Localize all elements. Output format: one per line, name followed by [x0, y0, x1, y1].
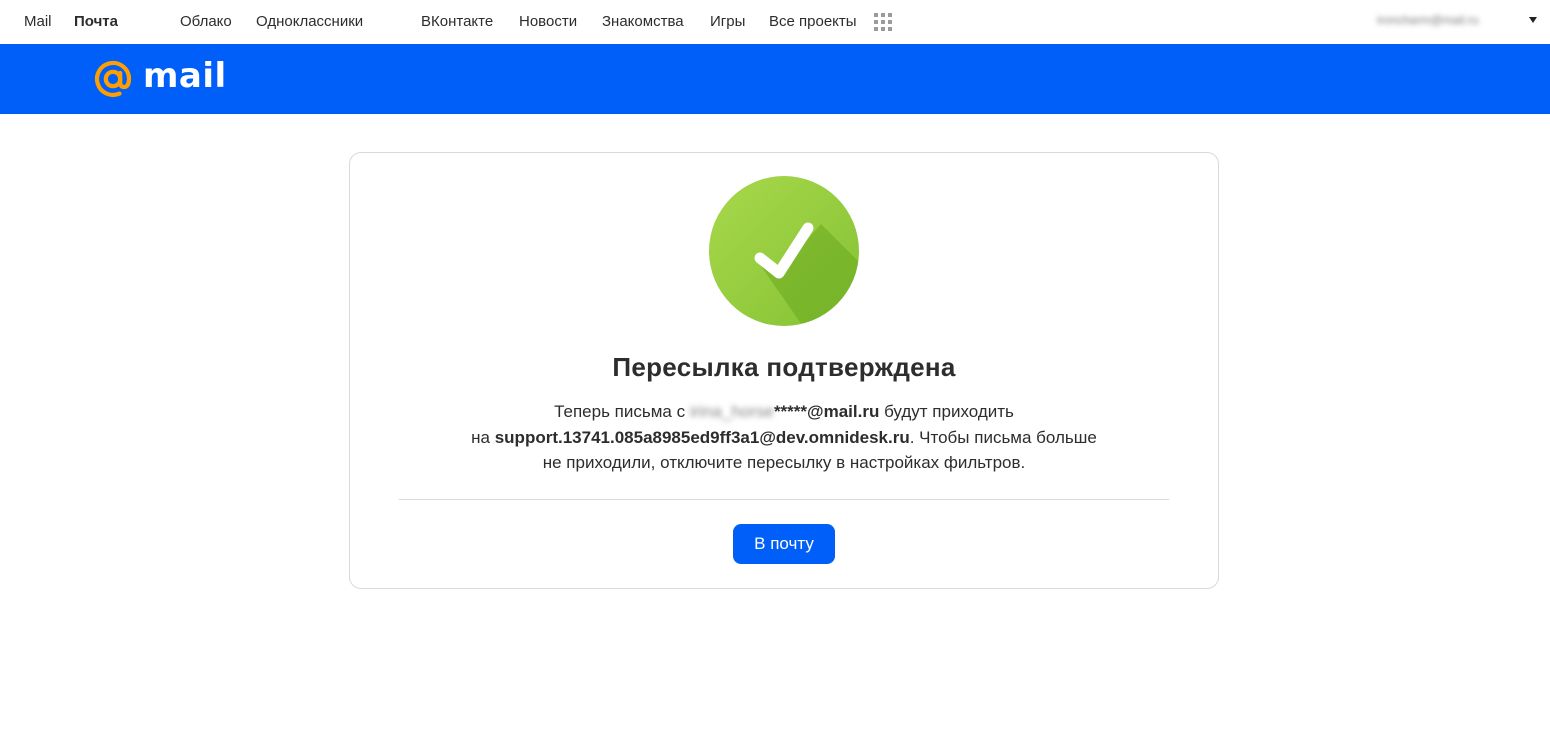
divider [399, 499, 1169, 500]
portal-link-all-projects[interactable]: Все проекты [769, 13, 857, 30]
source-email: *****@mail.ru [773, 402, 880, 421]
chevron-down-icon[interactable] [1529, 17, 1537, 23]
page-title: Пересылка подтверждена [612, 352, 956, 382]
confirmation-message: Теперь письма с irina_horse*****@mail.ru… [349, 399, 1219, 476]
portal-link-vk[interactable]: ВКонтакте [421, 13, 493, 30]
portal-link-mail[interactable]: Mail [24, 13, 52, 30]
portal-menu: Mail Почта Облако Одноклассники ВКонтакт… [0, 0, 1550, 44]
message-line-1: Теперь письма с irina_horse*****@mail.ru… [349, 399, 1219, 425]
user-email[interactable]: ironcharm@mail.ru [1377, 13, 1479, 27]
at-sign-icon[interactable] [93, 59, 133, 99]
mail-header [0, 44, 1550, 114]
message-text: будут приходить [879, 402, 1014, 421]
destination-email: support.13741.085a8985ed9ff3a1@dev.omnid… [494, 427, 910, 447]
portal-link-games[interactable]: Игры [710, 13, 745, 30]
message-line-3: не приходили, отключите пересылку в наст… [542, 453, 1026, 472]
message-text: . Чтобы письма больше [909, 427, 1097, 447]
message-text: Теперь письма с [554, 402, 690, 421]
message-line-2: на support.13741.085a8985ed9ff3a1@dev.om… [349, 425, 1219, 451]
go-to-mail-button[interactable]: В почту [733, 524, 835, 564]
source-user-blurred: irina_horse [689, 402, 774, 421]
portal-link-dating[interactable]: Знакомства [602, 13, 684, 30]
portal-link-pochta[interactable]: Почта [74, 13, 118, 30]
portal-link-news[interactable]: Новости [519, 13, 577, 30]
portal-link-ok[interactable]: Одноклассники [256, 13, 363, 30]
grid-icon[interactable] [874, 13, 892, 31]
logo-text[interactable]: mail [143, 56, 227, 96]
portal-link-cloud[interactable]: Облако [180, 13, 232, 30]
message-text: на [471, 427, 495, 447]
success-check-icon [709, 176, 859, 326]
